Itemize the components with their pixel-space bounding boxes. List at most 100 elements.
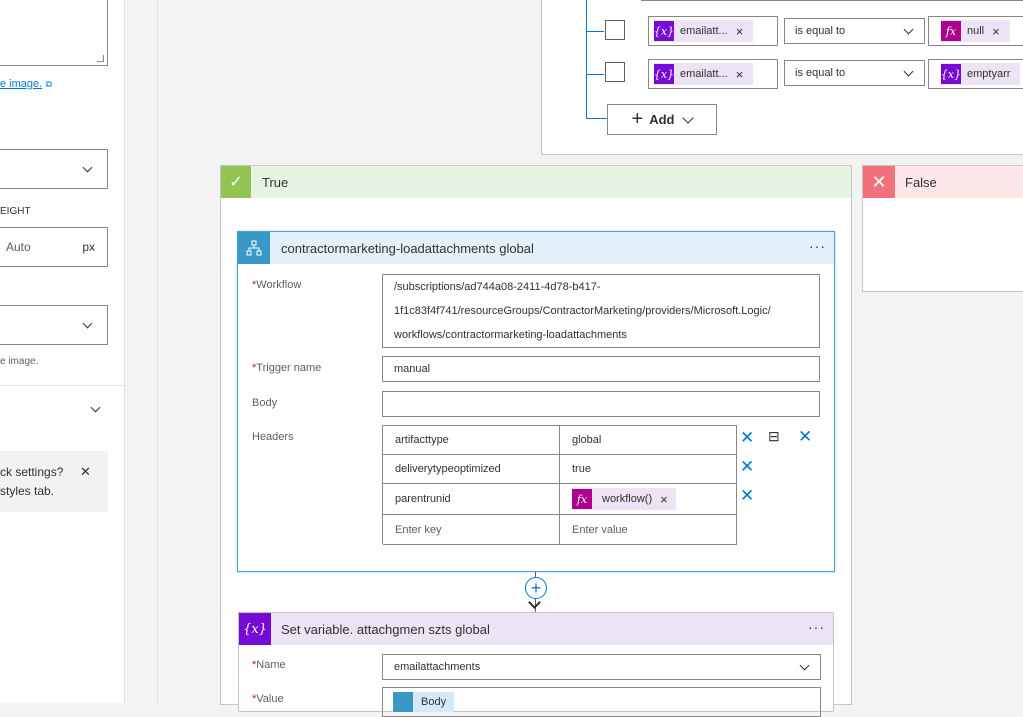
alt-text-textarea[interactable] [0,0,108,66]
false-branch: ✕ False [862,165,1023,292]
header-key[interactable]: parentrunid [383,484,560,515]
condition-right-operand[interactable]: {x} emptyarr [928,59,1023,89]
divider [0,385,124,386]
tree-line [586,0,587,118]
close-icon[interactable]: ✕ [80,464,91,480]
delete-header-icon[interactable]: ✕ [740,428,754,448]
headers-label: Headers [252,431,294,443]
more-options-icon[interactable]: ··· [808,619,825,635]
action-header[interactable]: {x} Set variable. attachgmen szts global… [239,613,833,645]
remove-token-icon[interactable]: × [736,67,744,82]
condition-right-operand[interactable]: fx null × [928,16,1023,46]
delete-header-icon[interactable]: ✕ [740,486,754,506]
variable-value-field[interactable]: Body [382,687,821,717]
false-label: False [905,174,937,190]
header-value[interactable]: global [560,426,737,455]
height-field[interactable]: Auto px [0,227,108,267]
headers-table: artifacttype global deliverytypeoptimize… [382,425,737,545]
row-checkbox[interactable] [605,20,625,40]
operator-select[interactable]: is equal to [784,18,925,44]
new-value-input[interactable]: Enter value [560,515,737,545]
trigger-name-label: *Trigger name [252,362,322,374]
height-unit: px [82,240,95,254]
token-label: emptyarr [967,68,1011,80]
workflow-icon [238,232,270,264]
scaling-select[interactable] [0,305,108,345]
header-key[interactable]: deliverytypeoptimized [383,455,560,484]
set-variable-card: {x} Set variable. attachgmen szts global… [238,612,834,717]
resize-handle-icon[interactable] [97,55,104,62]
workflow-icon [393,692,413,712]
cross-icon: ✕ [863,166,895,198]
token-chip[interactable]: {x} emptyarr [941,63,1021,85]
token-chip[interactable]: {x} emailatt... × [654,20,754,42]
workflow-action-card: contractormarketing-loadattachments glob… [237,231,835,572]
chevron-down-icon [799,660,810,671]
settings-tip-banner: ck settings? styles tab. ✕ [0,451,108,512]
height-value: Auto [6,240,31,254]
action-header[interactable]: contractormarketing-loadattachments glob… [238,232,834,264]
more-options-icon[interactable]: ··· [809,238,826,254]
name-label: *Name [252,659,286,671]
operator-select[interactable]: is equal to [784,60,925,86]
hint-text: e image. [0,356,39,367]
image-source-select[interactable] [0,149,108,189]
fx-icon: fx [941,21,961,41]
header-value[interactable]: true [560,455,737,484]
variable-icon: {x} [239,613,271,645]
panel-gutter [124,0,158,703]
new-key-input[interactable]: Enter key [383,515,560,545]
workflow-path-line: 1f1c83f4f741/resourceGroups/ContractorMa… [394,305,771,317]
condition-left-operand[interactable]: {x} emailatt... × [648,16,778,46]
learn-more-link[interactable]: e image. [0,78,42,90]
properties-panel: e image. ⧉ EIGHT Auto px e image. ck set… [0,0,124,703]
workflow-path-line: /subscriptions/ad744a08-2411-4d78-b417- [394,281,601,293]
remove-token-icon[interactable]: × [992,24,1000,39]
variable-name-value: emailattachments [394,661,481,673]
insert-step-icon[interactable]: + [525,577,547,599]
variable-icon: {x} [941,64,961,84]
tip-line-2: styles tab. [0,484,55,498]
action-title: Set variable. attachgmen szts global [281,621,490,637]
remove-token-icon[interactable]: × [736,24,744,39]
chevron-down-icon [82,162,93,173]
token-label: emailatt... [680,25,728,37]
chevron-down-icon [682,111,695,124]
variable-icon: {x} [654,64,674,84]
checkmark-icon: ✓ [221,166,251,198]
true-label: True [262,174,289,190]
token-label: workflow() [602,493,653,505]
operator-value: is equal to [795,67,846,79]
header-value-cell[interactable]: fx workflow() × [560,484,737,515]
condition-left-operand[interactable]: {x} emailatt... × [648,59,778,89]
plus-icon: + [631,108,644,130]
section-expand-chevron-icon[interactable] [90,402,101,413]
false-branch-header[interactable]: ✕ False [863,166,1023,198]
header-key[interactable]: artifacttype [383,426,560,455]
fx-icon: fx [572,489,592,509]
workflow-path-line: workflows/contractormarketing-loadattach… [394,329,627,341]
table-mode-icon[interactable]: ⊟ [768,428,780,445]
value-label: *Value [252,693,284,705]
add-condition-button[interactable]: + Add [607,104,717,135]
external-link-icon: ⧉ [45,79,52,89]
height-label: EIGHT [0,206,31,217]
body-input[interactable] [382,391,820,417]
workflow-field[interactable]: /subscriptions/ad744a08-2411-4d78-b417- … [382,274,820,348]
tree-branch [586,74,604,75]
body-label: Body [252,397,278,409]
row-checkbox[interactable] [605,62,625,82]
token-chip[interactable]: fx null × [941,20,1010,42]
variable-name-select[interactable]: emailattachments [382,654,821,680]
tree-branch [586,31,604,32]
true-branch-header[interactable]: ✓ True [221,166,851,198]
token-chip[interactable]: {x} emailatt... × [654,63,754,85]
token-chip[interactable]: Body [393,692,455,712]
remove-token-icon[interactable]: × [660,492,668,507]
delete-header-icon[interactable]: ✕ [740,457,754,477]
token-chip[interactable]: fx workflow() × [572,488,676,510]
close-icon[interactable]: ✕ [798,427,812,447]
trigger-name-input[interactable]: manual [382,356,820,382]
operator-value: is equal to [795,25,846,37]
chevron-down-icon [903,66,914,77]
